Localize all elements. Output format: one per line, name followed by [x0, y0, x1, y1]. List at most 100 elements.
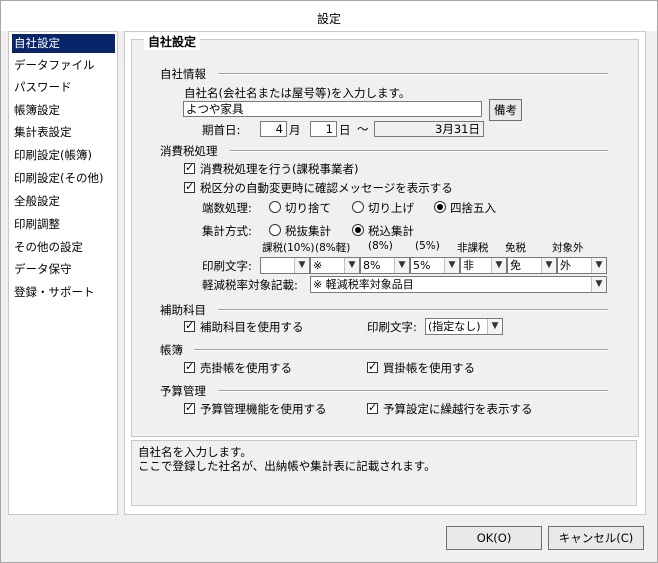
- print-char-8reduced-select[interactable]: ※ ▼: [310, 257, 360, 274]
- budget-label: 予算管理機能を使用する: [200, 402, 327, 416]
- chevron-down-icon: ▼: [591, 277, 606, 292]
- settings-category-list[interactable]: 自社設定 データファイル パスワード 帳簿設定 集計表設定 印刷設定(帳簿) 印…: [8, 31, 118, 515]
- window-title: 設定: [316, 12, 341, 26]
- aux-account-label: 補助科目を使用する: [200, 320, 304, 334]
- section-budget: 予算管理: [160, 384, 206, 398]
- fiscal-start-label: 期首日:: [202, 123, 241, 137]
- settings-content: 自社設定 自社情報 自社名(会社名または屋号等)を入力します。 よつや家具 備考…: [124, 31, 646, 515]
- company-name-label: 自社名(会社名または屋号等)を入力します。: [184, 86, 411, 100]
- sidebar-item-password[interactable]: パスワード: [12, 78, 115, 97]
- start-month-input[interactable]: 4: [260, 121, 287, 137]
- sidebar-item-print-ledger[interactable]: 印刷設定(帳簿): [12, 146, 115, 165]
- section-ledger: 帳簿: [160, 343, 183, 357]
- print-char-5-select[interactable]: 5% ▼: [410, 257, 460, 274]
- payables-label: 買掛帳を使用する: [383, 361, 475, 375]
- col-header-8reduced: (8%軽): [315, 242, 351, 254]
- divider: [218, 73, 608, 75]
- tax-confirm-checkbox[interactable]: [184, 180, 195, 193]
- section-company-info: 自社情報: [160, 67, 206, 81]
- method-inclusive-radio[interactable]: [352, 224, 364, 236]
- reduced-rate-value: ※ 軽減税率対象品目: [313, 278, 414, 291]
- title-bar: 設定: [1, 1, 657, 31]
- print-char-10-select[interactable]: ▼: [260, 257, 310, 274]
- chevron-down-icon: ▼: [491, 258, 506, 273]
- sidebar-item-company[interactable]: 自社設定: [12, 34, 115, 53]
- print-chars-label: 印刷文字:: [202, 259, 252, 273]
- col-header-outside: 対象外: [552, 242, 584, 254]
- divider: [218, 309, 608, 311]
- company-settings-group: 自社設定 自社情報 自社名(会社名または屋号等)を入力します。 よつや家具 備考…: [131, 33, 639, 437]
- print-char-outside-value: 外: [560, 259, 571, 272]
- chevron-down-icon: ▼: [394, 258, 409, 273]
- cancel-button[interactable]: キャンセル(C): [548, 526, 644, 550]
- sidebar-item-data-maintenance[interactable]: データ保守: [12, 260, 115, 279]
- print-char-nontax-select[interactable]: 非 ▼: [460, 257, 507, 274]
- notes-button[interactable]: 備考: [489, 99, 522, 121]
- fiscal-end-date: 3月31日: [374, 121, 484, 137]
- reduced-rate-select[interactable]: ※ 軽減税率対象品目 ▼: [310, 276, 607, 293]
- payables-checkbox[interactable]: [367, 360, 378, 373]
- method-exclusive-label: 税抜集計: [285, 224, 331, 238]
- help-line-1: 自社名を入力します。: [138, 445, 252, 459]
- sidebar-item-ledger-settings[interactable]: 帳簿設定: [12, 101, 115, 120]
- sidebar-item-data-file[interactable]: データファイル: [12, 56, 115, 75]
- col-header-exempt: 免税: [505, 242, 526, 254]
- chevron-down-icon: ▼: [344, 258, 359, 273]
- aux-print-label: 印刷文字:: [367, 320, 417, 334]
- col-header-8: (8%): [368, 240, 393, 252]
- ok-button[interactable]: OK(O): [446, 526, 542, 550]
- chevron-down-icon: ▼: [541, 258, 556, 273]
- divider: [230, 150, 608, 152]
- method-inclusive-label: 税込集計: [368, 224, 414, 238]
- help-text-box: 自社名を入力します。 ここで登録した社名が、出納帳や集計表に記載されます。: [131, 440, 637, 506]
- print-char-exempt-select[interactable]: 免 ▼: [507, 257, 557, 274]
- start-day-input[interactable]: 1: [310, 121, 337, 137]
- range-tilde: ～: [357, 122, 369, 136]
- section-aux-account: 補助科目: [160, 303, 206, 317]
- help-line-2: ここで登録した社名が、出納帳や集計表に記載されます。: [138, 459, 436, 473]
- divider: [194, 349, 608, 351]
- print-char-exempt-value: 免: [510, 259, 521, 272]
- section-consumption-tax: 消費税処理: [160, 144, 218, 158]
- sidebar-item-general[interactable]: 全般設定: [12, 192, 115, 211]
- print-char-5-value: 5%: [413, 259, 431, 272]
- month-unit: 月: [289, 123, 301, 137]
- col-header-10: 課税(10%): [262, 242, 315, 254]
- carryover-label: 予算設定に繰越行を表示する: [383, 402, 533, 416]
- receivables-checkbox[interactable]: [184, 360, 195, 373]
- panel-title: 自社設定: [144, 33, 201, 50]
- sidebar-item-print-adjust[interactable]: 印刷調整: [12, 215, 115, 234]
- sidebar-item-print-other[interactable]: 印刷設定(その他): [12, 169, 115, 188]
- print-char-8-select[interactable]: 8% ▼: [360, 257, 410, 274]
- rounding-label: 端数処理:: [202, 201, 252, 215]
- method-exclusive-radio[interactable]: [269, 224, 281, 236]
- rounding-nearest-radio[interactable]: [434, 201, 446, 213]
- print-char-8reduced-value: ※: [313, 259, 323, 272]
- print-char-8-value: 8%: [363, 259, 381, 272]
- rounding-truncate-radio[interactable]: [269, 201, 281, 213]
- divider: [218, 390, 608, 392]
- day-unit: 日: [339, 123, 351, 137]
- chevron-down-icon: ▼: [487, 319, 502, 334]
- tax-processing-checkbox[interactable]: [184, 161, 195, 174]
- budget-checkbox[interactable]: [184, 401, 195, 414]
- rounding-nearest-label: 四捨五入: [450, 201, 496, 215]
- tax-processing-label: 消費税処理を行う(課税事業者): [200, 162, 359, 176]
- rounding-roundup-label: 切り上げ: [368, 201, 414, 215]
- aux-print-select[interactable]: (指定なし) ▼: [425, 318, 503, 335]
- sidebar-item-other[interactable]: その他の設定: [12, 238, 115, 257]
- rounding-truncate-label: 切り捨て: [285, 201, 331, 215]
- sidebar-item-summary-settings[interactable]: 集計表設定: [12, 123, 115, 142]
- aux-account-checkbox[interactable]: [184, 319, 195, 332]
- print-char-outside-select[interactable]: 外 ▼: [557, 257, 607, 274]
- tax-confirm-label: 税区分の自動変更時に確認メッセージを表示する: [200, 181, 453, 195]
- chevron-down-icon: ▼: [294, 258, 309, 273]
- print-char-nontax-value: 非: [463, 259, 474, 272]
- company-name-input[interactable]: よつや家具: [183, 101, 482, 117]
- chevron-down-icon: ▼: [591, 258, 606, 273]
- carryover-checkbox[interactable]: [367, 401, 378, 414]
- col-header-nontax: 非課税: [457, 242, 489, 254]
- aux-print-value: (指定なし): [428, 320, 481, 333]
- sidebar-item-registration-support[interactable]: 登録・サポート: [12, 283, 115, 302]
- rounding-roundup-radio[interactable]: [352, 201, 364, 213]
